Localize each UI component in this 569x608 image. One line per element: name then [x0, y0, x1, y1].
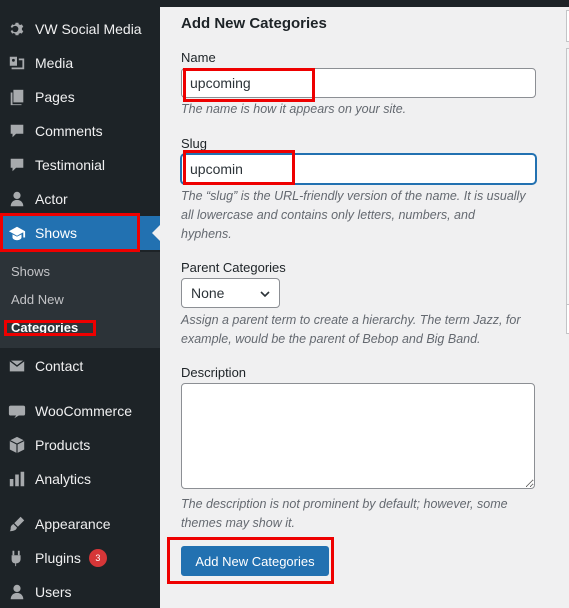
description-textarea[interactable]: [181, 383, 535, 489]
chart-icon: [7, 469, 27, 489]
submenu-item-shows[interactable]: Shows: [11, 264, 50, 279]
sidebar-item-woocommerce[interactable]: WooCommerce: [0, 394, 160, 428]
sidebar-item-pages[interactable]: Pages: [0, 80, 160, 114]
sidebar-item-label: VW Social Media: [35, 21, 142, 37]
user-icon: [7, 189, 27, 209]
sidebar-item-contact[interactable]: Contact: [0, 349, 160, 383]
sidebar-item-label: Shows: [35, 225, 78, 241]
graduation-cap-icon: [7, 223, 27, 243]
sidebar-item-label: Actor: [35, 191, 68, 207]
sidebar-item-label: Comments: [35, 123, 103, 139]
sidebar-item-analytics[interactable]: Analytics: [0, 462, 160, 496]
sidebar-item-label: Contact: [35, 358, 84, 374]
description-help-text: The description is not prominent by defa…: [181, 497, 508, 530]
main-content: Add New Categories Name The name is how …: [160, 0, 569, 608]
sidebar-item-vw-social-media[interactable]: VW Social Media: [0, 12, 160, 46]
sidebar-item-label: Products: [35, 437, 91, 453]
brush-icon: [7, 514, 27, 534]
parent-select[interactable]: None: [181, 278, 280, 308]
user-icon: [7, 582, 27, 602]
plugins-update-badge: 3: [88, 549, 107, 567]
sidebar-item-label: Testimonial: [35, 157, 106, 173]
box-icon: [7, 435, 27, 455]
parent-select-value: None: [191, 285, 225, 301]
parent-label: Parent Categories: [181, 260, 286, 275]
name-help-text: The name is how it appears on your site.: [181, 102, 407, 116]
admin-sidebar: VW Social Media Media Pages Comments Tes…: [0, 0, 160, 608]
sidebar-item-label: Plugins: [35, 550, 81, 566]
sidebar-item-comments[interactable]: Comments: [0, 114, 160, 148]
sidebar-item-label: Media: [35, 55, 74, 71]
submenu-item-add-new[interactable]: Add New: [11, 292, 64, 307]
form-title: Add New Categories: [181, 15, 327, 32]
admin-bar-edge: [160, 0, 569, 7]
chevron-down-icon: [260, 291, 270, 298]
slug-input[interactable]: [181, 154, 536, 184]
name-input[interactable]: [181, 68, 536, 98]
slug-help-text: The “slug” is the URL-friendly version o…: [181, 189, 526, 241]
sidebar-item-actor[interactable]: Actor: [0, 182, 160, 216]
sidebar-item-media[interactable]: Media: [0, 46, 160, 80]
sidebar-item-plugins[interactable]: Plugins 3: [0, 541, 160, 575]
name-label: Name: [181, 50, 216, 65]
sidebar-item-label: Analytics: [35, 471, 92, 487]
sidebar-item-users[interactable]: Users: [0, 575, 160, 608]
sidebar-item-label: Appearance: [35, 516, 111, 532]
add-new-category-button[interactable]: Add New Categories: [181, 546, 329, 576]
pages-icon: [7, 87, 27, 107]
slug-label: Slug: [181, 136, 208, 151]
woo-icon: [7, 401, 27, 421]
shows-submenu: Shows Add New Categories: [0, 252, 160, 348]
description-label: Description: [181, 365, 247, 380]
sidebar-item-testimonial[interactable]: Testimonial: [0, 148, 160, 182]
gear-icon: [7, 19, 27, 39]
sidebar-item-label: Users: [35, 584, 72, 600]
comment-icon: [7, 155, 27, 175]
parent-help-text: Assign a parent term to create a hierarc…: [181, 313, 521, 346]
envelope-icon: [7, 356, 27, 376]
media-icon: [7, 53, 27, 73]
sidebar-item-label: Pages: [35, 89, 75, 105]
comment-icon: [7, 121, 27, 141]
plugin-icon: [7, 548, 27, 568]
active-indicator: [152, 225, 160, 241]
sidebar-item-label: WooCommerce: [35, 403, 132, 419]
sidebar-item-appearance[interactable]: Appearance: [0, 507, 160, 541]
submenu-item-categories[interactable]: Categories: [11, 320, 78, 335]
sidebar-item-products[interactable]: Products: [0, 428, 160, 462]
sidebar-item-shows[interactable]: Shows: [0, 216, 160, 250]
